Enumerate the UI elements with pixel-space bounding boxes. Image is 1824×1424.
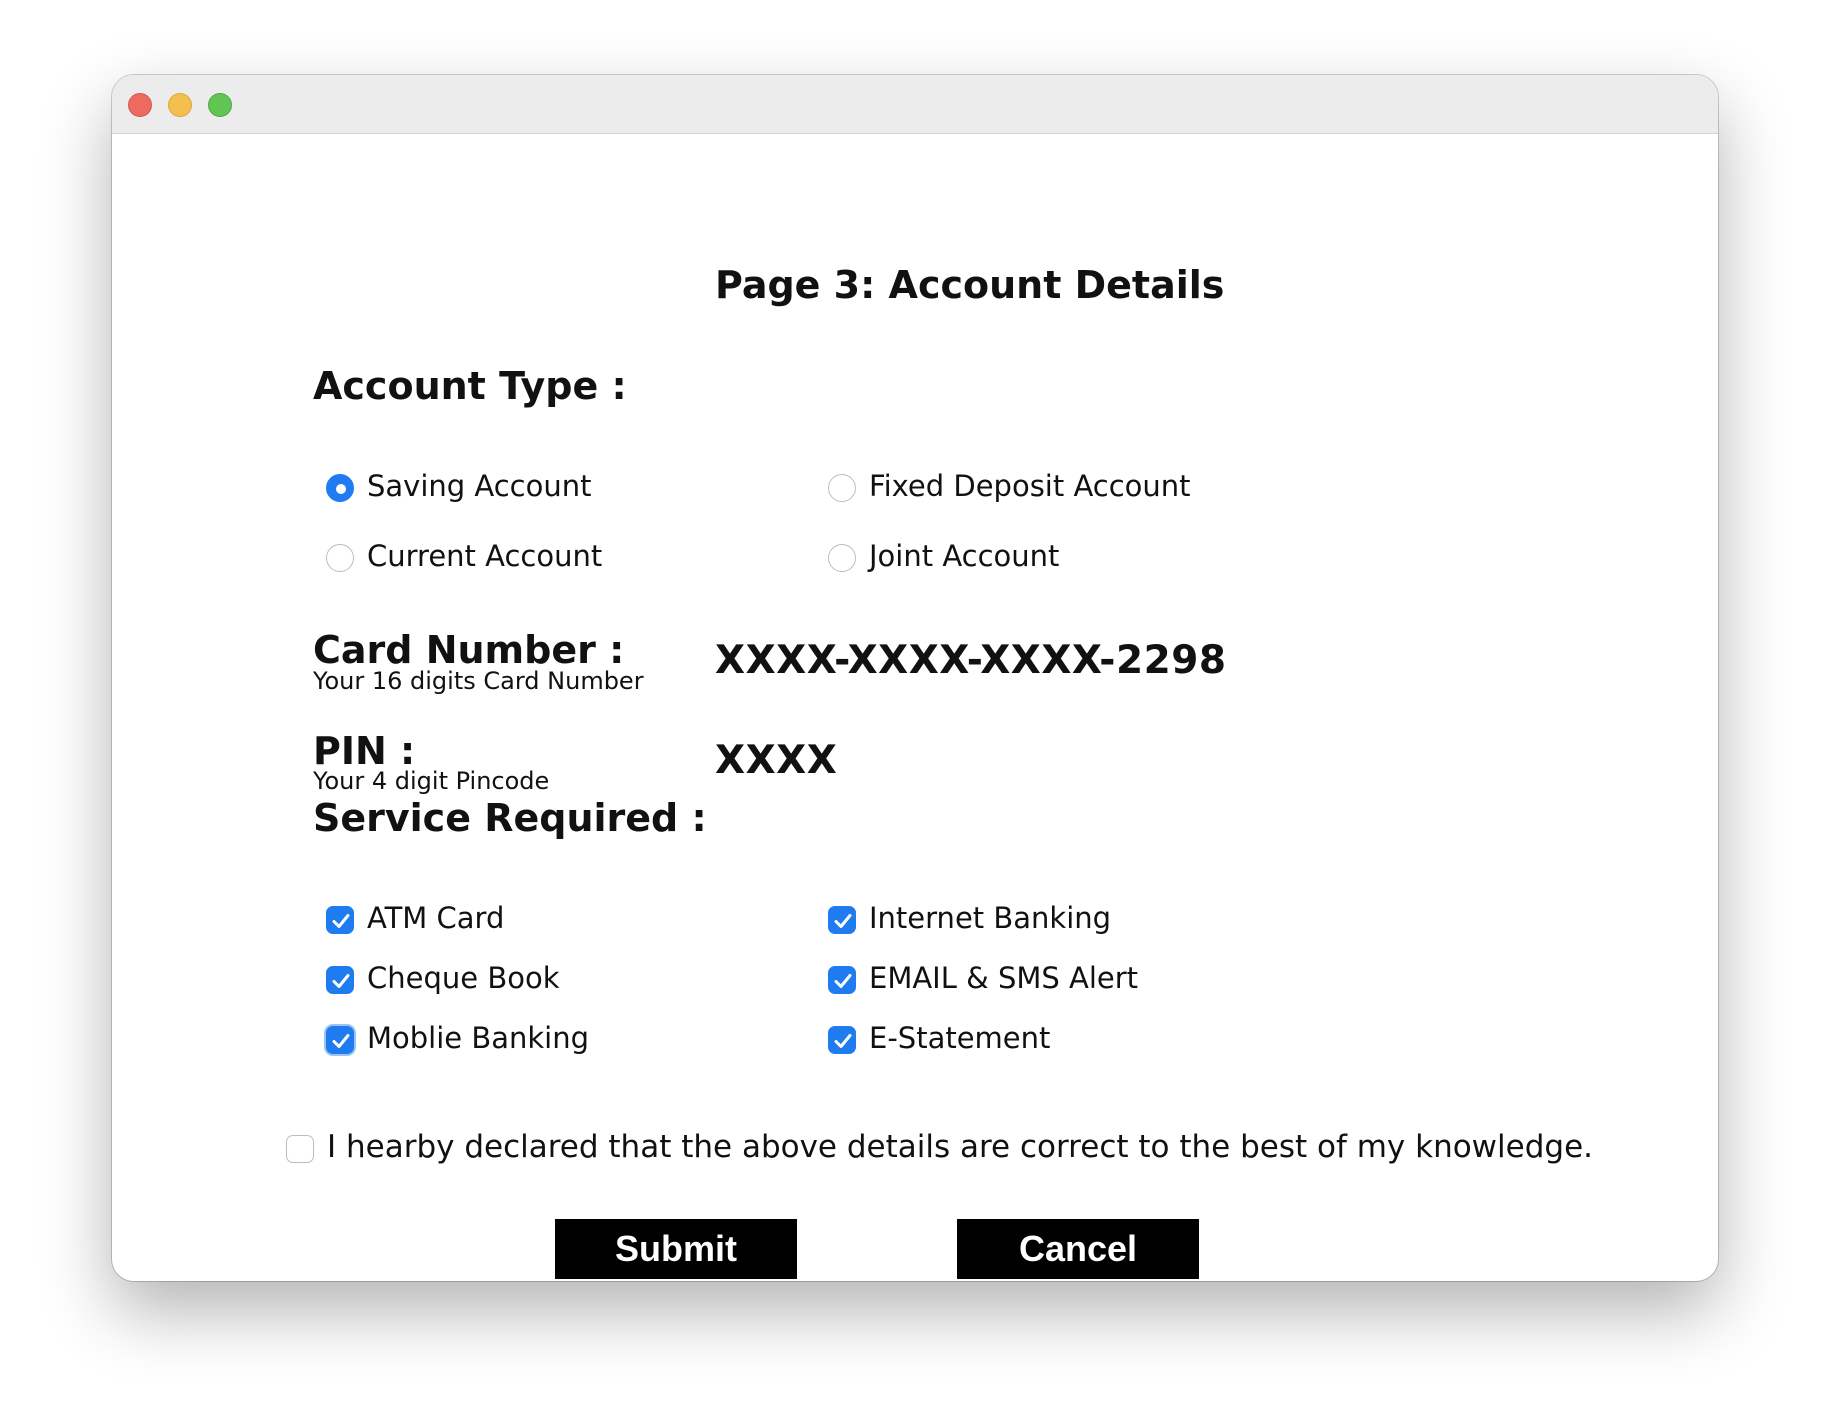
atm-card-label[interactable]: ATM Card	[367, 901, 504, 935]
minimize-window-button[interactable]	[168, 93, 192, 117]
title-bar	[112, 75, 1718, 134]
checkmark-icon	[834, 1034, 852, 1048]
maximize-window-button[interactable]	[208, 93, 232, 117]
pin-hint: Your 4 digit Pincode	[313, 767, 550, 795]
card-number-hint: Your 16 digits Card Number	[313, 667, 644, 695]
checkmark-icon	[332, 974, 350, 988]
internet-banking-label[interactable]: Internet Banking	[869, 901, 1111, 935]
page-title: Page 3: Account Details	[715, 263, 1225, 307]
cancel-button[interactable]: Cancel	[957, 1219, 1199, 1279]
fixed-deposit-account-radio[interactable]	[828, 474, 856, 502]
atm-card-checkbox[interactable]	[326, 906, 354, 934]
joint-account-label[interactable]: Joint Account	[869, 539, 1059, 573]
card-number-value: XXXX-XXXX-XXXX-2298	[715, 638, 1227, 683]
internet-banking-checkbox[interactable]	[828, 906, 856, 934]
app-window: Page 3: Account Details Account Type : S…	[112, 75, 1718, 1281]
fixed-deposit-account-label[interactable]: Fixed Deposit Account	[869, 469, 1191, 503]
email-sms-alert-checkbox[interactable]	[828, 966, 856, 994]
e-statement-checkbox[interactable]	[828, 1026, 856, 1054]
email-sms-alert-label[interactable]: EMAIL & SMS Alert	[869, 961, 1138, 995]
e-statement-label[interactable]: E-Statement	[869, 1021, 1050, 1055]
card-number-heading: Card Number :	[313, 628, 625, 672]
saving-account-label[interactable]: Saving Account	[367, 469, 592, 503]
checkmark-icon	[332, 1034, 350, 1048]
declaration-checkbox[interactable]	[286, 1135, 314, 1163]
current-account-radio[interactable]	[326, 544, 354, 572]
checkmark-icon	[834, 974, 852, 988]
mobile-banking-label[interactable]: Moblie Banking	[367, 1021, 589, 1055]
cheque-book-checkbox[interactable]	[326, 966, 354, 994]
joint-account-radio[interactable]	[828, 544, 856, 572]
mobile-banking-checkbox[interactable]	[326, 1026, 354, 1054]
cheque-book-label[interactable]: Cheque Book	[367, 961, 560, 995]
submit-button[interactable]: Submit	[555, 1219, 797, 1279]
close-window-button[interactable]	[128, 93, 152, 117]
service-required-heading: Service Required :	[313, 796, 707, 840]
account-type-heading: Account Type :	[313, 364, 627, 408]
checkmark-icon	[332, 914, 350, 928]
declaration-label[interactable]: I hearby declared that the above details…	[327, 1129, 1593, 1165]
checkmark-icon	[834, 914, 852, 928]
pin-value: XXXX	[715, 738, 838, 783]
saving-account-radio[interactable]	[326, 474, 354, 502]
form-content: Page 3: Account Details Account Type : S…	[112, 133, 1718, 1281]
current-account-label[interactable]: Current Account	[367, 539, 602, 573]
